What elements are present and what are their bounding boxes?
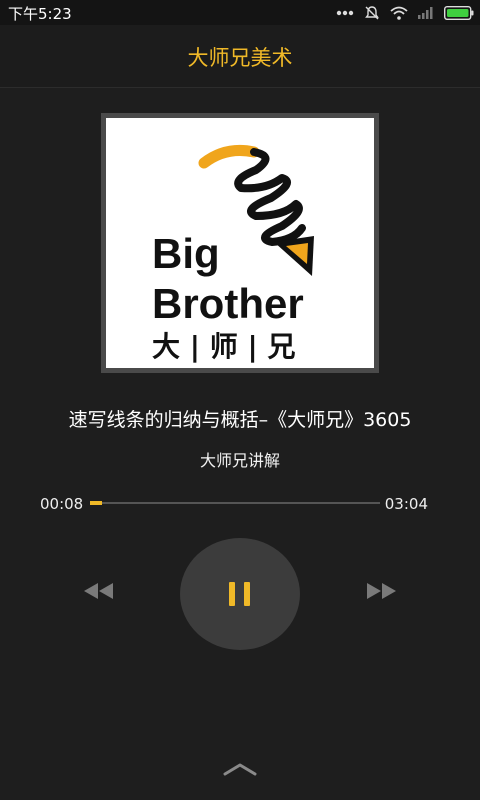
app-title: 大师兄美术 [187,46,293,70]
next-button[interactable] [364,580,398,602]
progress-fill[interactable] [90,501,102,505]
status-time: 下午5:23 [8,5,72,23]
logo-text-big: Big [152,230,220,277]
rewind-icon [84,583,113,599]
album-cover-frame: Big Brother 大 | 师 | 兄 [101,113,379,373]
previous-button[interactable] [82,580,116,602]
elapsed-time: 00:08 [40,495,84,513]
expand-button[interactable] [222,760,258,778]
chevron-up-icon [223,763,257,776]
big-brother-logo: Big Brother 大 | 师 | 兄 [152,144,314,363]
wifi-icon [390,6,408,20]
mute-bell-icon [365,6,379,20]
track-artist: 大师兄讲解 [199,451,280,470]
dots-icon [336,10,354,16]
logo-text-chinese: 大 | 师 | 兄 [152,330,295,363]
battery-icon [444,6,474,20]
album-cover: Big Brother 大 | 师 | 兄 [106,118,374,368]
pause-button[interactable] [180,538,300,650]
pause-icon-bar [244,582,250,606]
fast-forward-icon [367,583,396,599]
logo-text-brother: Brother [152,280,304,327]
status-icons [336,3,474,23]
pause-icon [229,582,235,606]
track-title: 速写线条的归纳与概括–《大师兄》3605 [68,409,412,431]
total-time: 03:04 [384,495,428,513]
status-bar: 下午5:23 [0,0,480,25]
signal-icon [418,7,433,19]
app-bar: 大师兄美术 [0,25,480,88]
progress-bar[interactable] [90,501,380,505]
